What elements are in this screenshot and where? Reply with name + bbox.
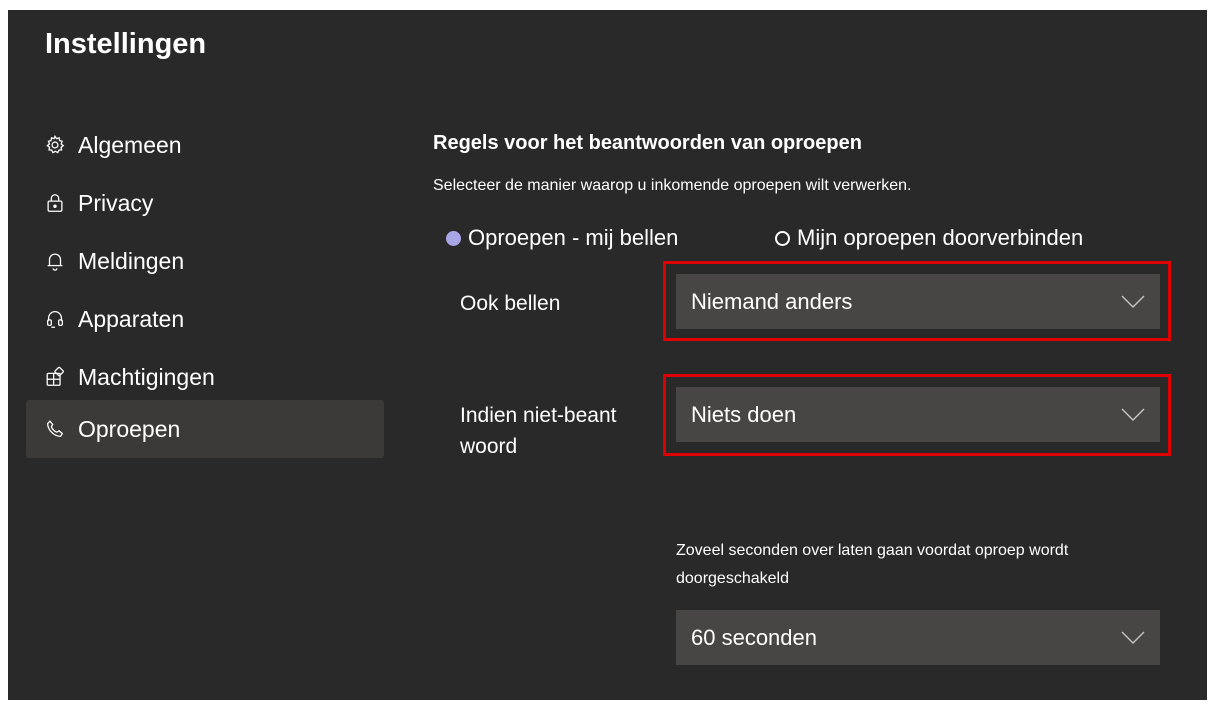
sidebar-item-label: Oproepen [78,415,181,442]
lock-icon [44,192,66,214]
forward-delay-dropdown[interactable]: 60 seconden [676,610,1160,665]
if-unanswered-dropdown[interactable]: Niets doen [676,387,1160,442]
sidebar-item-label: Privacy [78,189,154,216]
section-description: Selecteer de manier waarop u inkomende o… [433,177,912,194]
radio-label: Oproepen - mij bellen [468,225,679,250]
radio-forward-calls[interactable]: Mijn oproepen doorverbinden [775,225,1083,251]
sidebar-item-label: Algemeen [78,131,182,158]
section-title: Regels voor het beantwoorden van oproepe… [433,132,862,154]
sidebar-item-meldingen[interactable]: Meldingen [26,232,384,290]
chevron-down-icon [1121,295,1145,308]
radio-unchecked-icon [775,230,790,246]
headset-icon [44,308,66,330]
dropdown-value: Niets doen [691,401,797,427]
sidebar-item-label: Machtigingen [78,363,215,390]
permissions-icon [44,366,66,388]
sidebar-item-oproepen[interactable]: Oproepen [26,400,384,458]
radio-label: Mijn oproepen doorverbinden [797,225,1084,250]
sidebar-item-label: Meldingen [78,247,185,274]
sidebar-item-label: Apparaten [78,305,185,332]
chevron-down-icon [1121,408,1145,421]
radio-call-me[interactable]: Oproepen - mij bellen [446,225,678,251]
dropdown-value: Niemand anders [691,288,853,314]
sidebar-item-algemeen[interactable]: Algemeen [26,116,384,174]
if-unanswered-label-line1: Indien niet-beant [460,404,617,427]
sidebar-item-privacy[interactable]: Privacy [26,174,384,232]
phone-icon [44,418,66,440]
settings-window: Instellingen Algemeen Privacy Meldingen … [8,10,1207,700]
sidebar-item-machtigingen[interactable]: Machtigingen [26,348,384,406]
gear-icon [44,134,66,156]
radio-checked-icon [446,230,461,246]
also-ring-label: Ook bellen [460,292,561,315]
sidebar-item-apparaten[interactable]: Apparaten [26,290,384,348]
bell-icon [44,250,66,272]
if-unanswered-label: Indien niet-beant woord [460,400,616,462]
page-title: Instellingen [45,28,207,60]
if-unanswered-label-line2: woord [460,435,518,458]
also-ring-dropdown[interactable]: Niemand anders [676,274,1160,329]
chevron-down-icon [1121,631,1145,644]
forward-delay-help-text: Zoveel seconden over laten gaan voordat … [676,542,1069,587]
dropdown-value: 60 seconden [691,624,817,650]
